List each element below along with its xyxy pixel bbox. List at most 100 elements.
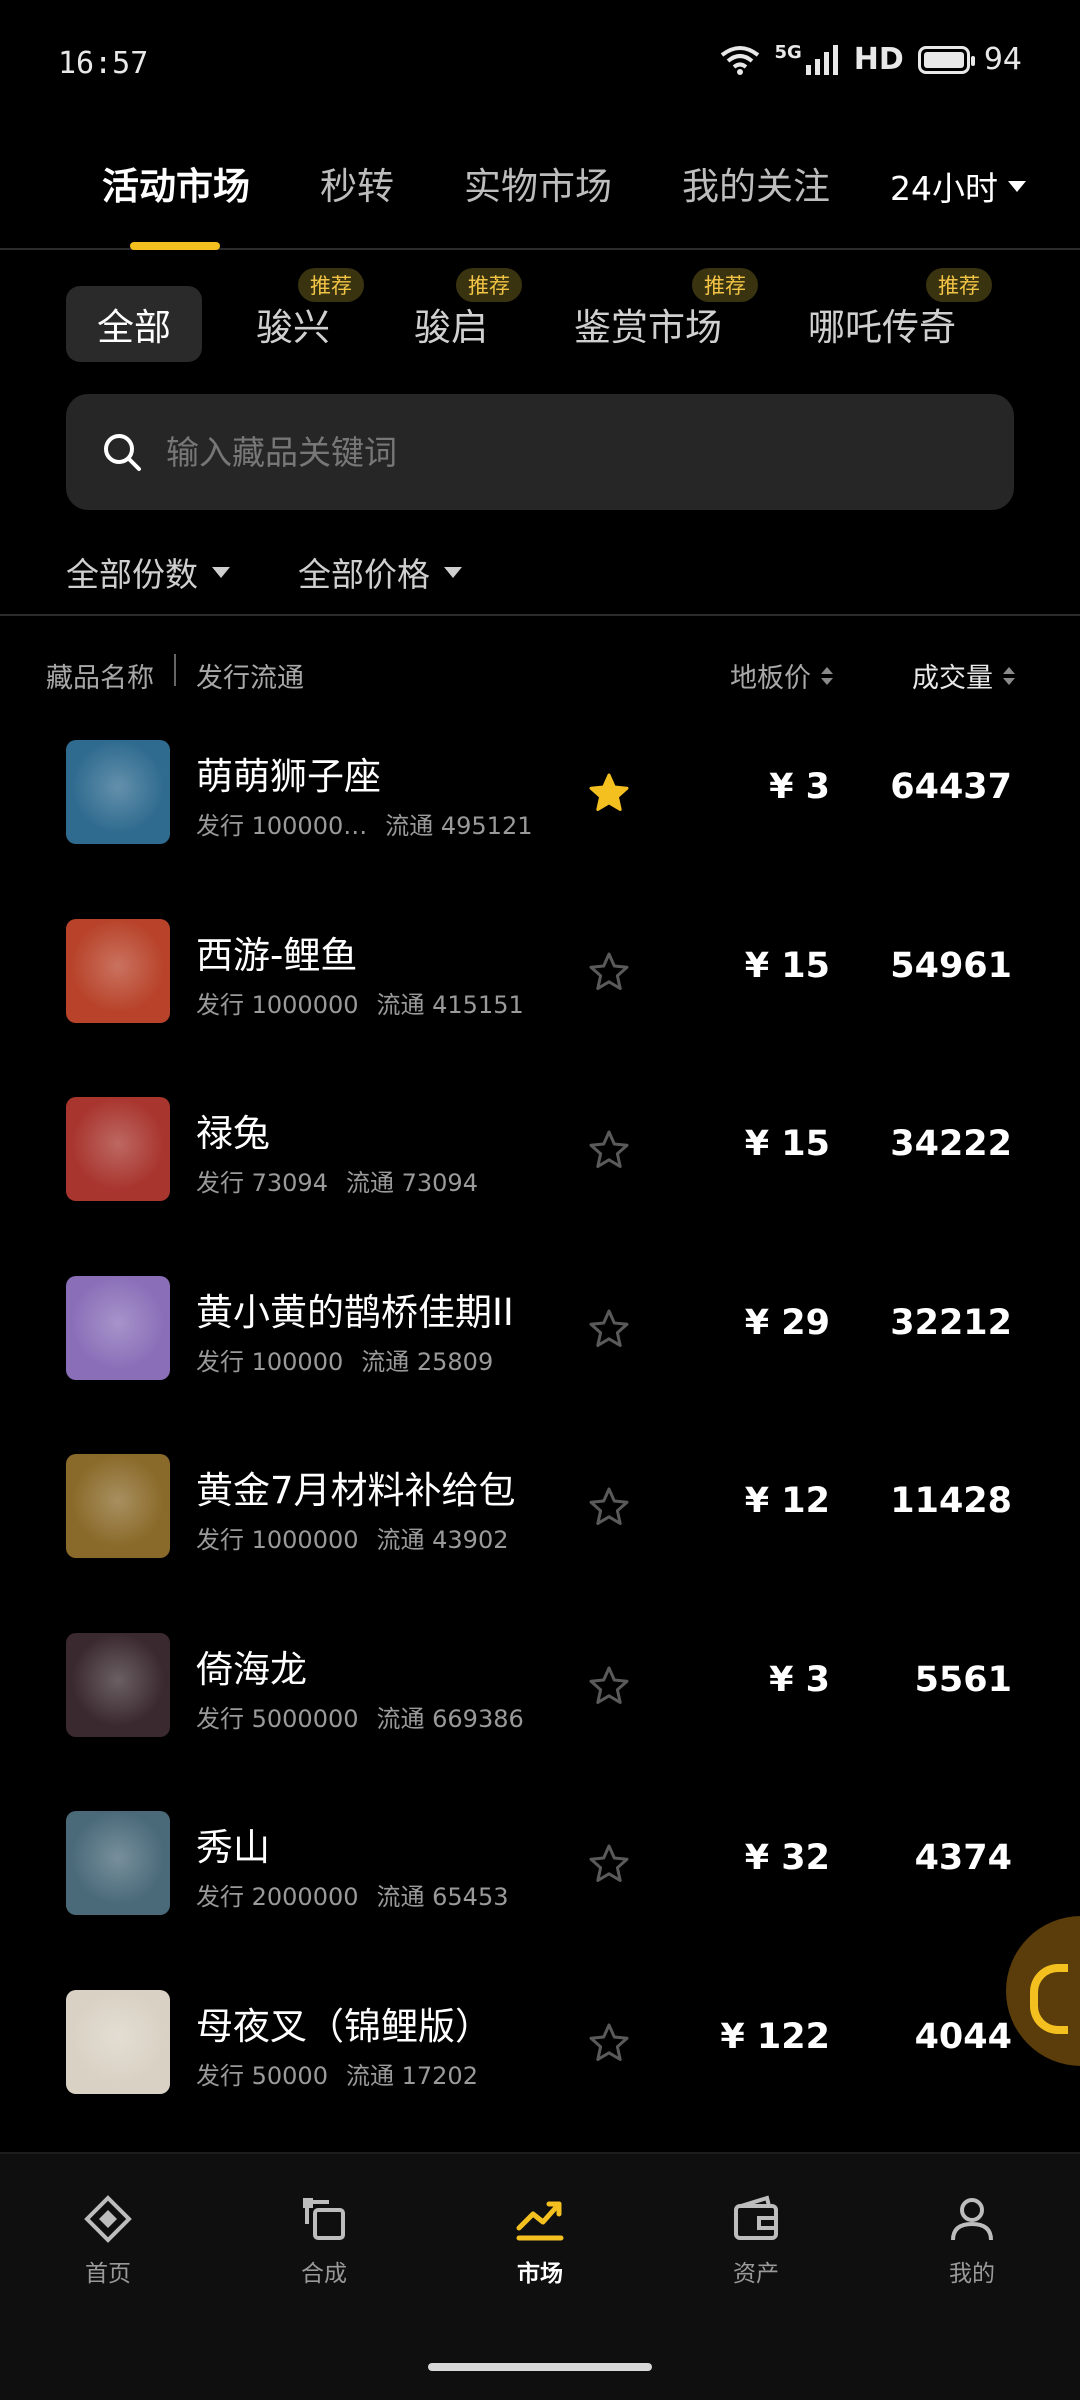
synthesis-icon: [303, 2198, 345, 2240]
collectible-row[interactable]: 母夜叉（锦鲤版） 发行 50000 流通 17202 ¥ 122 4044: [0, 1962, 1080, 2140]
battery-level: 94: [983, 42, 1022, 77]
active-tab-indicator: [130, 242, 220, 250]
wifi-icon: [721, 45, 760, 75]
star-filled-icon[interactable]: [588, 772, 630, 814]
collectible-thumbnail: [66, 740, 170, 844]
star-outline-icon[interactable]: [588, 2022, 630, 2064]
collectible-thumbnail: [66, 1811, 170, 1915]
wallet-icon: [734, 2195, 778, 2240]
issue-count: 发行 5000000: [196, 1704, 359, 1733]
trade-volume: 5561: [914, 1659, 1012, 1700]
collectible-meta: 发行 100000 流通 25809: [196, 1342, 493, 1377]
status-time: 16:57: [58, 46, 149, 81]
star-outline-icon[interactable]: [588, 1129, 630, 1171]
trend-chart-icon: [516, 2201, 564, 2241]
volume-header: 成交量: [912, 663, 993, 694]
collectible-thumbnail: [66, 1632, 170, 1737]
collectible-meta: 发行 1000000 流通 415151: [196, 985, 524, 1020]
nav-market[interactable]: 市场: [480, 2194, 600, 2288]
tab-quick-transfer[interactable]: 秒转: [320, 156, 394, 210]
sort-icon: [821, 666, 833, 685]
nav-profile-label: 我的: [949, 2261, 995, 2287]
nav-home-label: 首页: [85, 2261, 131, 2287]
floor-price: ¥ 15: [744, 1124, 830, 1164]
circulation-count: 流通 73094: [345, 1169, 478, 1197]
tab-physical-market[interactable]: 实物市场: [464, 156, 612, 210]
collectible-row[interactable]: 倚海龙 发行 5000000 流通 669386 ¥ 3 5561: [0, 1605, 1080, 1783]
trade-volume: 32212: [890, 1302, 1012, 1343]
collectible-row[interactable]: 禄兔 发行 73094 流通 73094 ¥ 15 34222: [0, 1069, 1080, 1247]
market-tabs: 活动市场 秒转 实物市场 我的关注 24小时: [0, 150, 1080, 250]
floor-price-header: 地板价: [730, 663, 811, 694]
search-input[interactable]: [166, 394, 966, 510]
floor-price-sort[interactable]: 地板价: [730, 656, 833, 695]
collectible-thumbnail: [66, 1989, 170, 2094]
collectible-thumbnail: [66, 1275, 170, 1380]
tab-my-follows[interactable]: 我的关注: [682, 156, 830, 210]
collectible-meta: 发行 2000000 流通 65453: [196, 1877, 509, 1912]
trade-volume: 4374: [914, 1838, 1012, 1878]
diamond-home-icon: [84, 2195, 132, 2243]
header-divider: [174, 654, 176, 686]
hd-indicator: HD: [853, 42, 904, 77]
star-outline-icon[interactable]: [588, 1665, 630, 1707]
collectible-name: 母夜叉（锦鲤版）: [196, 2004, 492, 2048]
collectible-meta: 发行 50000 流通 17202: [196, 2056, 478, 2091]
category-all[interactable]: 全部: [66, 286, 202, 362]
price-filter-label: 全部价格: [298, 555, 430, 594]
collectible-name: 黄金7月材料补给包: [196, 1469, 516, 1512]
search-bar: [66, 394, 1014, 510]
collectible-thumbnail: [66, 918, 170, 1023]
circulation-count: 流通 43902: [376, 1526, 509, 1554]
circulation-count: 流通 415151: [376, 990, 524, 1019]
star-outline-icon[interactable]: [588, 951, 630, 993]
floor-price: ¥ 12: [744, 1481, 830, 1521]
collectible-meta: 发行 100000… 流通 495121: [196, 806, 533, 841]
collectible-row[interactable]: 萌萌狮子座 发行 100000… 流通 495121 ¥ 3 64437: [0, 712, 1080, 890]
nav-profile[interactable]: 我的: [912, 2194, 1032, 2288]
circulation-count: 流通 17202: [345, 2061, 478, 2090]
nav-home[interactable]: 首页: [48, 2194, 168, 2288]
circulation-count: 流通 25809: [361, 1347, 494, 1376]
battery-icon: [917, 45, 975, 74]
circulation-count: 流通 669386: [376, 1704, 524, 1733]
price-filter[interactable]: 全部价格: [298, 548, 462, 596]
caret-down-icon: [212, 566, 230, 578]
collectible-row[interactable]: 黄金7月材料补给包发行 1000000 流通 43902 ¥ 12 11428: [0, 1426, 1080, 1604]
floor-price: ¥ 3: [769, 1659, 830, 1700]
trade-volume: 11428: [890, 1481, 1012, 1521]
collectible-meta: 发行 1000000 流通 43902: [196, 1520, 509, 1555]
divider: [0, 614, 1080, 616]
star-outline-icon[interactable]: [588, 1486, 630, 1528]
time-range-dropdown[interactable]: 24小时: [890, 162, 1026, 210]
nav-market-label: 市场: [517, 2261, 563, 2287]
collectible-thumbnail: [66, 1454, 170, 1558]
status-bar: 16:57 5G HD 94: [0, 0, 1080, 130]
star-outline-icon[interactable]: [588, 1308, 630, 1350]
collectible-meta: 发行 73094 流通 73094: [196, 1163, 478, 1198]
collectible-row[interactable]: 黄小黄的鹊桥佳期II 发行 100000 流通 25809 ¥ 29 32212: [0, 1248, 1080, 1426]
floor-price: ¥ 15: [744, 945, 830, 986]
sort-icon: [1003, 666, 1015, 685]
column-circulation-header: 发行流通: [196, 663, 304, 694]
volume-sort[interactable]: 成交量: [912, 656, 1015, 695]
collectible-name: 秀山: [196, 1826, 270, 1869]
trade-volume: 4044: [914, 2016, 1012, 2057]
circulation-count: 流通 65453: [376, 1883, 509, 1911]
floor-price: ¥ 122: [720, 2016, 830, 2057]
nav-assets[interactable]: 资产: [696, 2194, 816, 2288]
quantity-filter[interactable]: 全部份数: [66, 548, 230, 596]
floor-price: ¥ 3: [769, 767, 830, 807]
issue-count: 发行 100000…: [196, 812, 368, 840]
column-name-header: 藏品名称: [46, 663, 154, 694]
collectible-row[interactable]: 西游-鲤鱼 发行 1000000 流通 415151 ¥ 15 54961: [0, 891, 1080, 1069]
issue-count: 发行 1000000: [196, 990, 359, 1019]
collectible-row[interactable]: 秀山发行 2000000 流通 65453 ¥ 32 4374: [0, 1783, 1080, 1961]
recommend-badge: 推荐: [692, 268, 758, 302]
floor-price: ¥ 32: [744, 1838, 830, 1878]
network-type: 5G: [774, 42, 802, 63]
star-outline-icon[interactable]: [588, 1843, 630, 1885]
time-range-label: 24小时: [890, 169, 998, 208]
tab-activity-market[interactable]: 活动市场: [102, 156, 250, 210]
nav-synthesis[interactable]: 合成: [264, 2194, 384, 2288]
